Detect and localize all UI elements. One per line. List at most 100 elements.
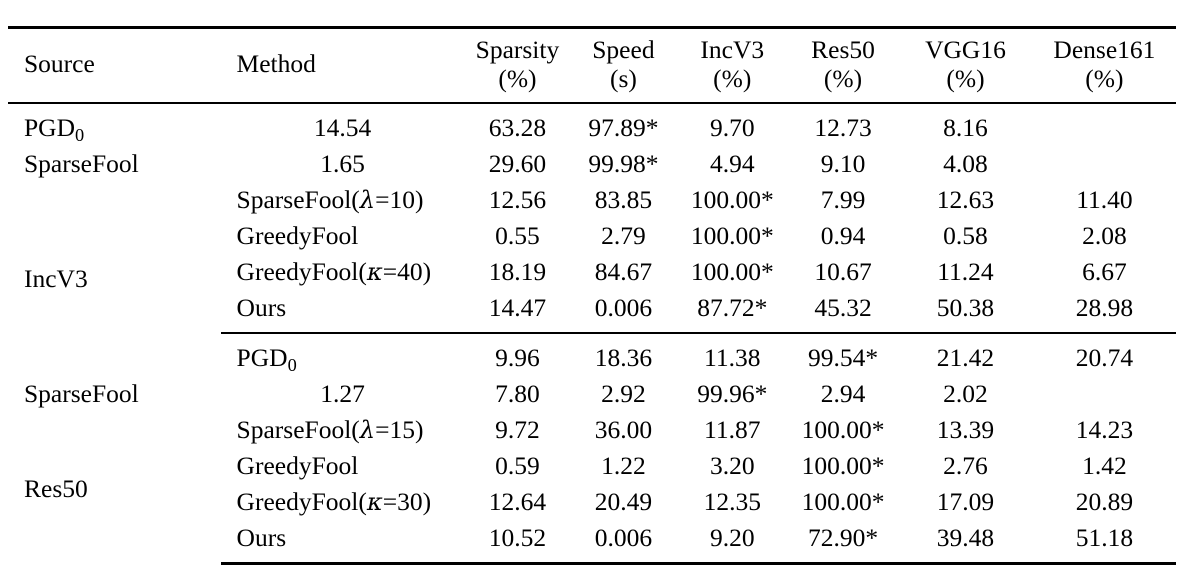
column-header-method: Method <box>221 29 465 103</box>
method-greek-symbol: λ <box>359 185 376 214</box>
method-subscript: 0 <box>287 354 297 375</box>
column-header-label-res50: Res50 <box>811 35 875 64</box>
method-cell: Ours <box>221 290 465 334</box>
method-name: PGD <box>236 342 288 372</box>
source-label-res50: Res50 <box>24 473 88 503</box>
table-header-row: Source Method Sparsity (%) Speed (s) IncV3 (%) R… <box>8 29 1176 103</box>
cell-incv3: 100.00* <box>690 220 774 250</box>
cell-incv3: 9.20 <box>709 522 755 552</box>
table-row: Res50 SparseFool(λ=15) 9.72 36.00 11.87 100.0… <box>8 412 1176 501</box>
cell-speed: 2.79 <box>601 220 646 250</box>
cell-vgg16: 2.76 <box>943 450 988 480</box>
cell-res50: 10.67 <box>814 256 872 286</box>
cell-dense161: 2.08 <box>1082 220 1127 250</box>
column-header-label-method: Method <box>236 49 316 79</box>
column-header-unit-vgg16: (%) <box>946 63 985 93</box>
cell-speed: 63.28 <box>488 112 547 142</box>
table-row: PGD0 14.54 63.28 97.89* 9.70 12.73 8.16 <box>8 104 1176 146</box>
cell-incv3: 99.98* <box>588 148 659 178</box>
method-name: PGD <box>24 112 76 142</box>
method-name: SparseFool <box>24 148 139 178</box>
cell-incv3: 87.72* <box>697 292 768 322</box>
cell-incv3: 3.20 <box>709 450 755 480</box>
method-param-suffix: =30) <box>382 486 432 516</box>
table-row: IncV3 SparseFool(λ=10) 12.56 83.85 100.00* 7.… <box>8 182 1176 292</box>
method-cell: GreedyFool(κ=40) <box>221 254 465 290</box>
column-header-speed: Speed (s) <box>570 29 676 103</box>
column-header-vgg16: VGG16 (%) <box>898 29 1033 103</box>
results-table: Source Method Sparsity (%) Speed (s) IncV3 (%) R… <box>8 26 1176 565</box>
source-label-incv3: IncV3 <box>24 263 88 293</box>
cell-speed: 36.00 <box>594 414 653 444</box>
cell-res50: 100.00* <box>801 450 885 480</box>
method-cell: SparseFool(λ=10) <box>221 182 465 218</box>
cell-vgg16: 0.58 <box>943 220 988 250</box>
cell-res50: 99.96* <box>697 378 768 408</box>
column-header-label-sparsity: Sparsity <box>475 35 560 64</box>
method-cell: GreedyFool <box>221 448 465 484</box>
cell-dense161: 20.74 <box>1075 342 1134 372</box>
cell-vgg16: 11.24 <box>937 256 994 286</box>
cell-vgg16: 2.94 <box>820 378 866 408</box>
column-header-label-source: Source <box>24 49 95 79</box>
column-header-stack-speed: Speed (s) <box>570 35 676 93</box>
column-header-stack-dense161: Dense161 (%) <box>1033 35 1176 93</box>
column-header-stack-method: Method <box>236 49 465 79</box>
table-row: SparseFool 1.65 29.60 99.98* 4.94 9.10 4.08 <box>8 146 1176 182</box>
cell-sparsity: 1.65 <box>320 148 365 178</box>
cell-dense161: 51.18 <box>1075 522 1134 552</box>
cell-speed: 83.85 <box>594 184 653 214</box>
method-name: SparseFool( <box>236 184 360 214</box>
method-subscript: 0 <box>75 124 85 145</box>
method-name: Ours <box>236 292 287 322</box>
method-greek-symbol: κ <box>366 257 383 286</box>
cell-res50: 7.99 <box>820 184 866 214</box>
cell-dense161: 28.98 <box>1075 292 1134 322</box>
results-table-container: Source Method Sparsity (%) Speed (s) IncV3 (%) R… <box>0 0 1185 565</box>
column-header-unit-sparsity: (%) <box>498 63 537 93</box>
cell-speed: 29.60 <box>488 148 547 178</box>
method-param-suffix: =15) <box>375 414 424 444</box>
cell-speed: 7.80 <box>495 378 540 408</box>
method-greek-symbol: κ <box>366 487 383 516</box>
cell-sparsity: 14.47 <box>488 292 547 322</box>
method-cell: PGD0 <box>221 334 465 376</box>
cell-incv3: 2.92 <box>601 378 646 408</box>
cell-speed: 18.36 <box>594 342 653 372</box>
cell-dense161: 1.42 <box>1082 450 1127 480</box>
cell-vgg16: 12.63 <box>936 184 995 214</box>
method-param-suffix: =40) <box>382 256 432 286</box>
method-name: GreedyFool <box>236 220 359 250</box>
cell-res50: 72.90* <box>807 522 879 552</box>
column-header-stack-sparsity: Sparsity (%) <box>465 35 571 93</box>
cell-vgg16: 50.38 <box>936 292 995 322</box>
method-param-suffix: =10) <box>375 184 424 214</box>
cell-sparsity: 0.55 <box>495 220 540 250</box>
cell-dense161: 6.67 <box>1082 256 1127 286</box>
cell-res50: 4.94 <box>709 148 755 178</box>
cell-dense161: 11.40 <box>1076 184 1133 214</box>
column-header-stack-source: Source <box>24 49 221 79</box>
cell-vgg16: 39.48 <box>936 522 995 552</box>
method-cell: Ours <box>221 520 465 564</box>
column-header-label-speed: Speed <box>592 35 655 64</box>
table-row: SparseFool 1.27 7.80 2.92 99.96* 2.94 2.02 <box>8 376 1176 412</box>
cell-sparsity: 0.59 <box>495 450 540 480</box>
cell-sparsity: 12.56 <box>488 184 547 214</box>
cell-sparsity: 9.72 <box>495 414 540 444</box>
cell-sparsity: 1.27 <box>320 378 365 408</box>
cell-dense161: 2.02 <box>943 378 988 408</box>
cell-speed: 84.67 <box>594 256 653 286</box>
cell-res50: 9.70 <box>709 112 755 142</box>
column-header-label-dense161: Dense161 <box>1053 35 1156 64</box>
method-cell: GreedyFool(κ=30) <box>221 484 465 520</box>
cell-incv3: 100.00* <box>690 256 774 286</box>
method-name: GreedyFool <box>236 450 359 480</box>
column-header-res50: Res50 (%) <box>788 29 898 103</box>
column-header-unit-dense161: (%) <box>1085 63 1124 93</box>
cell-speed: 20.49 <box>594 486 653 516</box>
cell-incv3: 12.35 <box>703 486 761 516</box>
cell-speed: 1.22 <box>601 450 646 480</box>
cell-res50: 100.00* <box>801 414 885 444</box>
method-name: GreedyFool( <box>236 256 367 286</box>
